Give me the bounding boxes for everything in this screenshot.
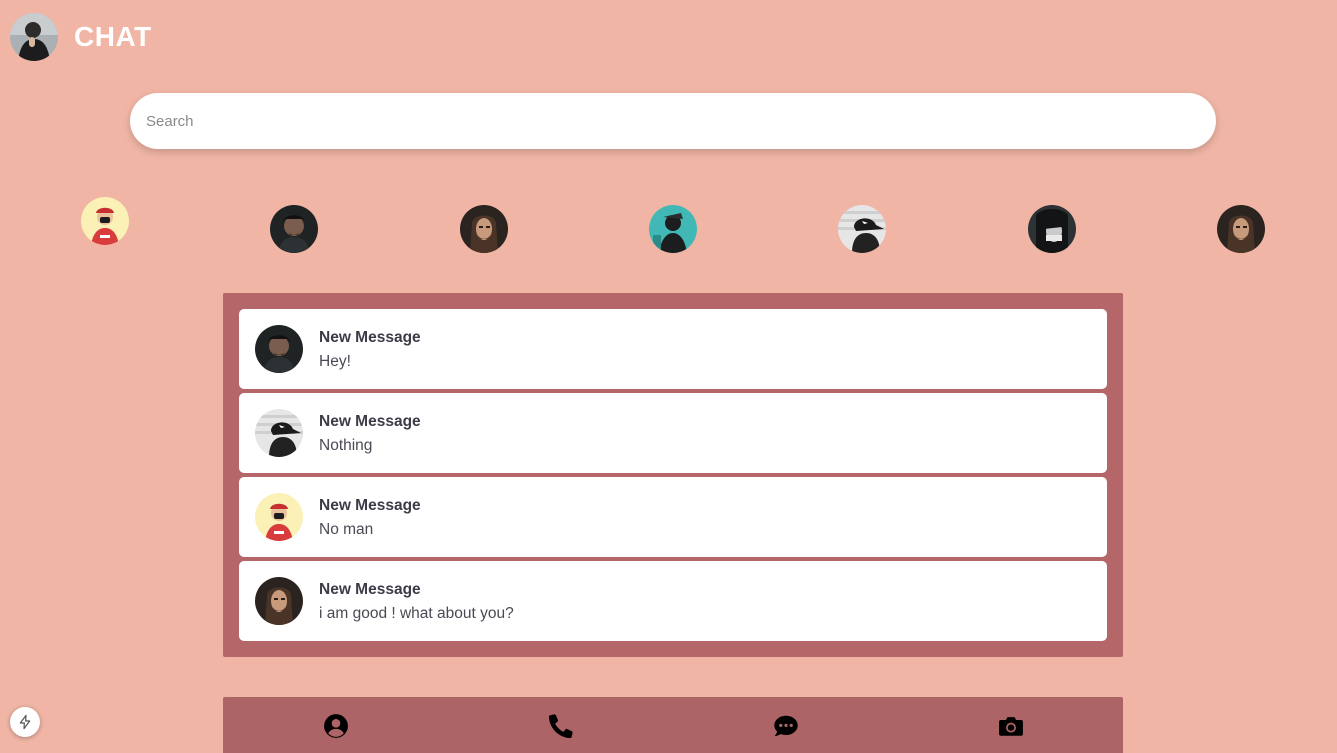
message-text: No man (319, 521, 374, 538)
story-avatar-longhair-icon[interactable] (460, 205, 508, 253)
message-text: Nothing (319, 437, 373, 454)
story-avatar-longhair-icon[interactable] (1217, 205, 1265, 253)
search-input[interactable] (130, 93, 1216, 149)
message-text: Hey! (319, 353, 351, 370)
story-avatar-red-icon[interactable] (81, 197, 129, 245)
user-avatar-icon[interactable] (10, 13, 58, 61)
app-header: CHAT (10, 13, 152, 61)
user-circle-icon[interactable] (323, 713, 349, 739)
message-item[interactable]: New Message Hey! (239, 309, 1107, 389)
message-item[interactable]: New Message i am good ! what about you? (239, 561, 1107, 641)
message-title: New Message (319, 497, 421, 514)
message-avatar-icon (255, 325, 303, 373)
story-avatar-teal-icon[interactable] (649, 205, 697, 253)
story-avatar-dark-icon[interactable] (270, 205, 318, 253)
message-title: New Message (319, 329, 421, 346)
bottom-nav (223, 697, 1123, 753)
message-title: New Message (319, 581, 421, 598)
message-avatar-icon (255, 493, 303, 541)
message-item[interactable]: New Message No man (239, 477, 1107, 557)
search-bar (130, 93, 1216, 149)
messages-panel: New Message Hey! New Message Nothing New… (223, 293, 1123, 657)
phone-icon[interactable] (548, 713, 574, 739)
stories-row (81, 197, 1265, 257)
story-avatar-cap-icon[interactable] (838, 205, 886, 253)
story-avatar-gray-icon[interactable] (1028, 205, 1076, 253)
message-title: New Message (319, 413, 421, 430)
message-text: i am good ! what about you? (319, 605, 514, 622)
app-title: CHAT (74, 21, 152, 52)
message-avatar-icon (255, 409, 303, 457)
camera-icon[interactable] (998, 713, 1024, 739)
message-item[interactable]: New Message Nothing (239, 393, 1107, 473)
chat-bubble-icon[interactable] (773, 713, 799, 739)
lightning-icon[interactable] (10, 707, 40, 737)
message-avatar-icon (255, 577, 303, 625)
